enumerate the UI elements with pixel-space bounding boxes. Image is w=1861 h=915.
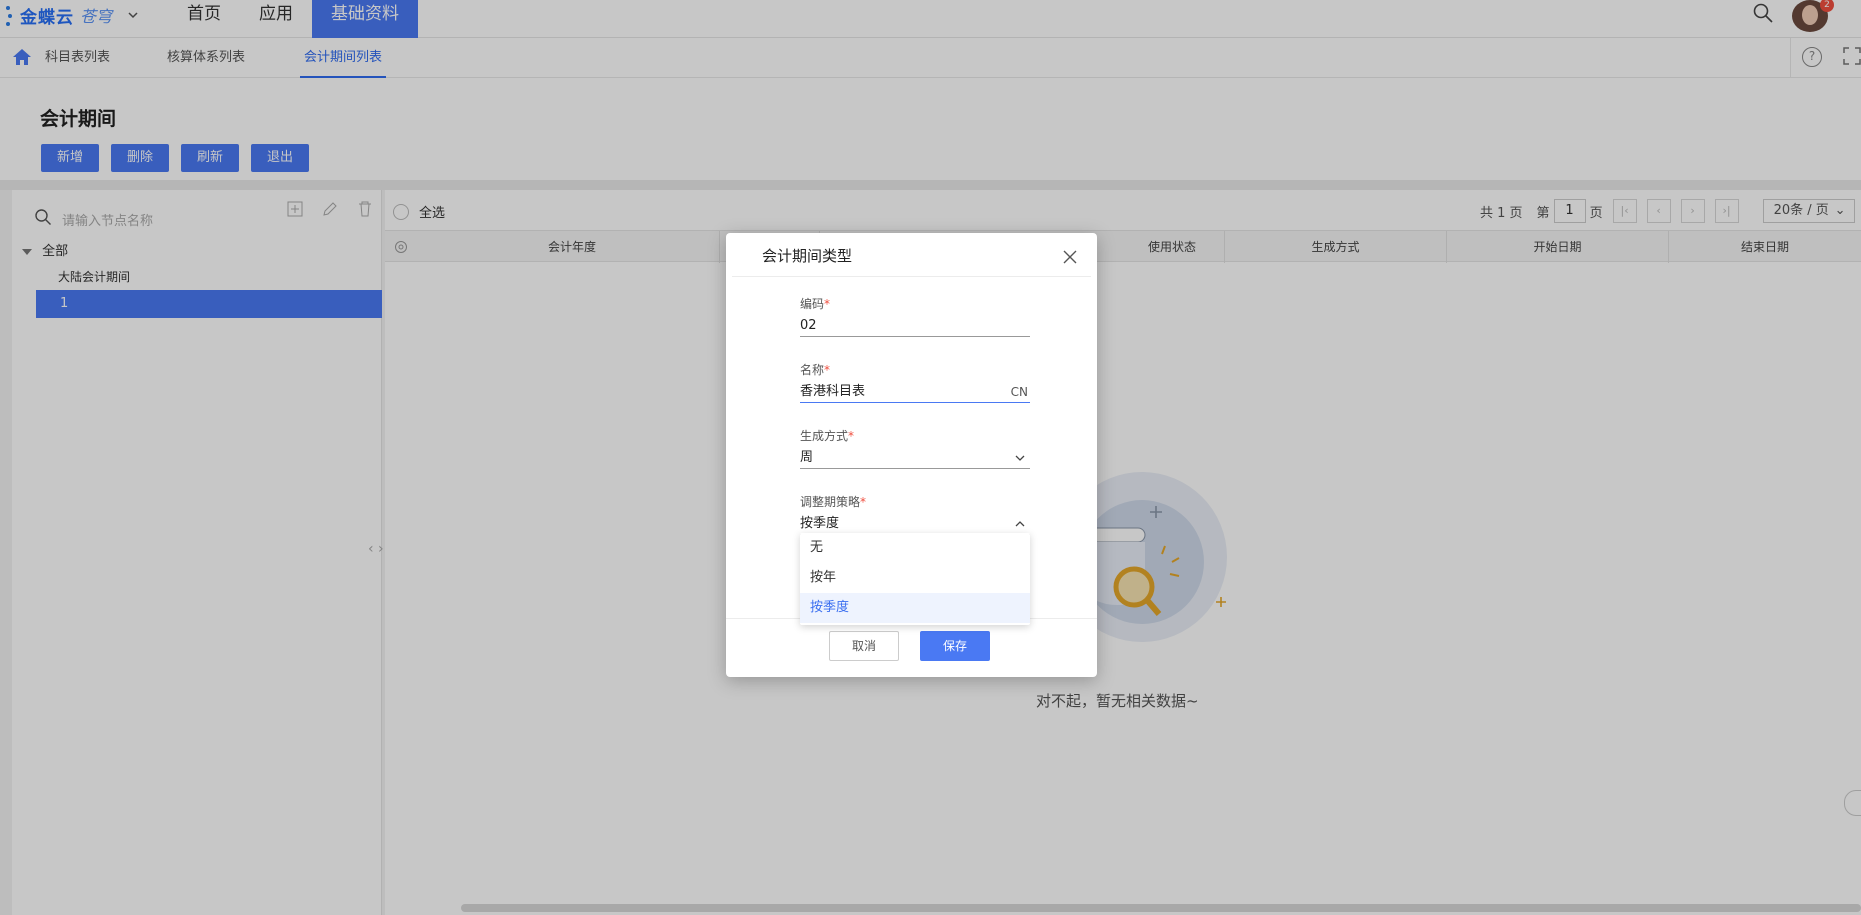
code-label: 编码*	[800, 297, 831, 311]
name-field: 名称* 香港科目表 CN	[800, 361, 1030, 403]
language-tag[interactable]: CN	[1011, 381, 1028, 403]
close-icon[interactable]	[1062, 249, 1078, 265]
adjustment-strategy-label: 调整期策略*	[800, 495, 867, 509]
adjustment-strategy-dropdown: 无 按年 按季度	[800, 533, 1030, 625]
period-type-dialog: 会计期间类型 编码* 02 名称* 香港科目表 CN 生成方式* 周 调整期策略*…	[726, 233, 1097, 677]
generation-method-select[interactable]: 周	[800, 447, 1030, 469]
adjustment-strategy-field: 调整期策略* 按季度	[800, 493, 1030, 535]
generation-method-field: 生成方式* 周	[800, 427, 1030, 469]
dialog-header-divider	[732, 276, 1091, 277]
chevron-up-icon	[1015, 521, 1025, 527]
name-label: 名称*	[800, 363, 831, 377]
dialog-title: 会计期间类型	[762, 247, 853, 265]
code-field: 编码* 02	[800, 295, 1030, 337]
adjustment-strategy-select[interactable]: 按季度	[800, 513, 1030, 535]
generation-method-label: 生成方式*	[800, 429, 855, 443]
option-none[interactable]: 无	[800, 533, 1030, 563]
cancel-button[interactable]: 取消	[829, 631, 899, 661]
code-input[interactable]: 02	[800, 315, 1030, 337]
chevron-down-icon	[1015, 455, 1025, 461]
save-button[interactable]: 保存	[920, 631, 990, 661]
name-input[interactable]: 香港科目表 CN	[800, 381, 1030, 403]
option-by-quarter[interactable]: 按季度	[800, 593, 1030, 623]
option-by-year[interactable]: 按年	[800, 563, 1030, 593]
